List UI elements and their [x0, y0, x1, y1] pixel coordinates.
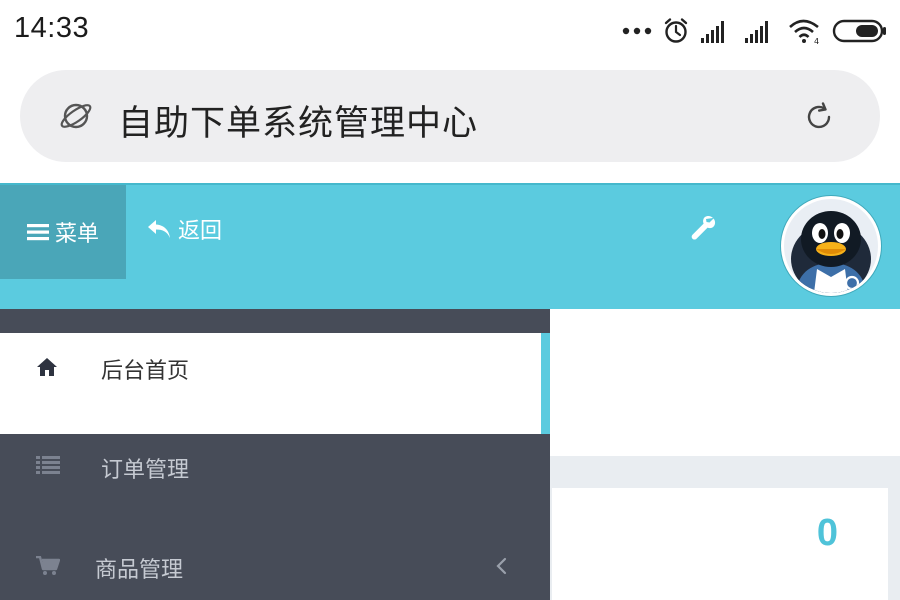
hamburger-icon	[26, 224, 49, 241]
cart-icon	[36, 556, 60, 575]
battery-icon	[832, 19, 886, 43]
header-divider	[0, 183, 900, 185]
wifi-icon: 4	[789, 19, 819, 45]
list-icon	[36, 456, 60, 474]
menu-label: 菜单	[54, 222, 99, 247]
avatar[interactable]	[781, 196, 881, 296]
sidebar-item-label: 商品管理	[95, 558, 184, 583]
alarm-icon	[664, 18, 688, 43]
signal-icon	[745, 21, 768, 43]
penguin-avatar-icon	[784, 199, 878, 293]
back-button[interactable]: 返回	[146, 212, 222, 246]
page-title: 自助下单系统管理中心	[118, 104, 479, 144]
back-label: 返回	[178, 219, 223, 244]
stat-card: 0	[552, 488, 888, 600]
sidebar-item-home[interactable]: 后台首页	[0, 333, 550, 434]
signal-icon	[701, 21, 724, 43]
sidebar-item-orders[interactable]: 订单管理	[0, 434, 550, 524]
home-icon	[37, 358, 57, 376]
refresh-icon[interactable]	[802, 100, 836, 134]
chevron-left-icon	[496, 557, 507, 575]
svg-text:4: 4	[814, 37, 819, 45]
active-indicator	[541, 333, 550, 434]
app-header	[0, 183, 900, 309]
address-bar[interactable]: 自助下单系统管理中心	[20, 70, 880, 162]
status-icons: 4	[622, 14, 888, 48]
more-dots-icon	[622, 27, 652, 35]
planet-icon	[60, 103, 92, 129]
stat-value: 0	[816, 512, 838, 554]
menu-button[interactable]: 菜单	[0, 185, 126, 279]
status-bar: 14:33 4	[0, 0, 900, 62]
sidebar-item-label: 后台首页	[101, 359, 190, 384]
wrench-icon[interactable]	[690, 214, 716, 242]
status-time: 14:33	[14, 12, 90, 44]
sidebar-item-goods[interactable]: 商品管理	[0, 534, 550, 600]
reply-icon	[148, 220, 170, 238]
sidebar-item-label: 订单管理	[101, 458, 190, 483]
